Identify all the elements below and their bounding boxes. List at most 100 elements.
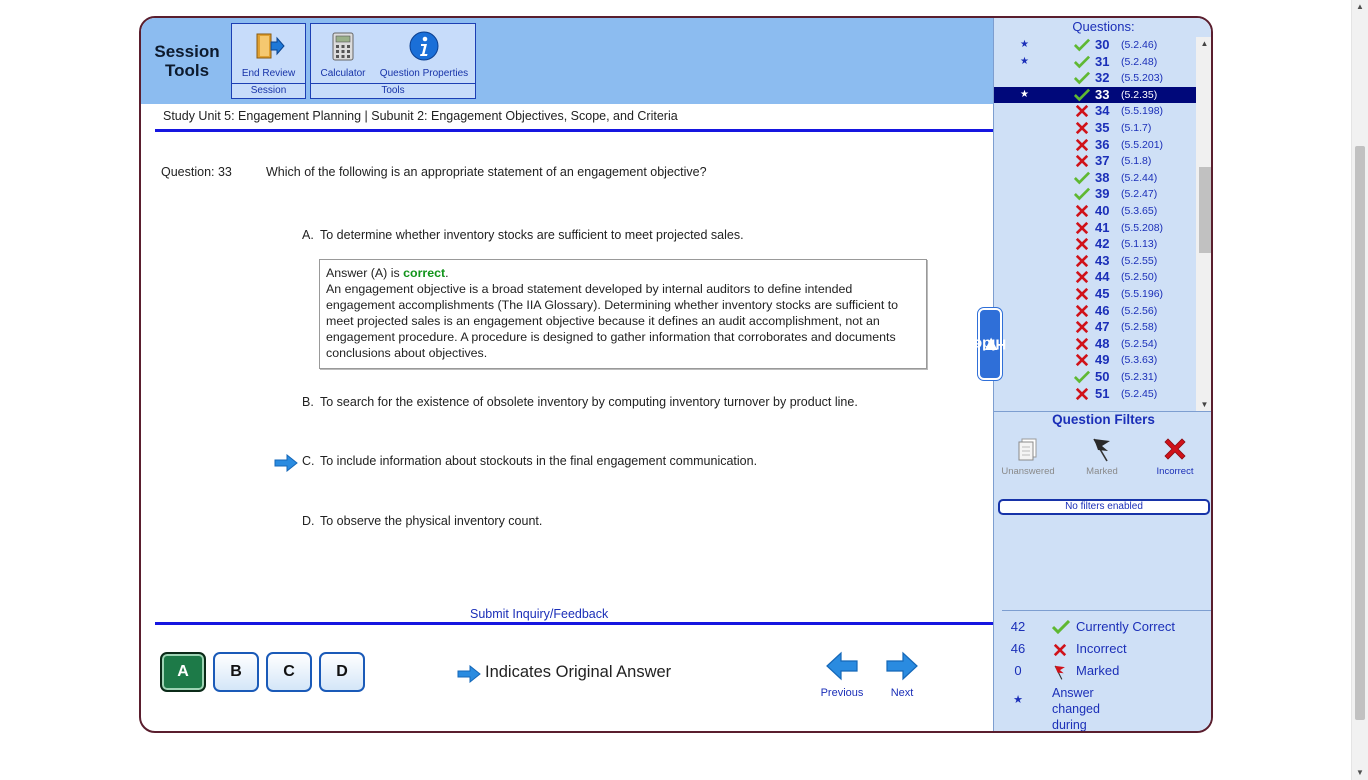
scroll-up-icon[interactable]: ▲	[1352, 0, 1368, 14]
answer-button-a[interactable]: A	[160, 652, 206, 692]
question-number-label: 47	[1095, 319, 1110, 335]
question-ref-label: (5.2.35)	[1121, 88, 1158, 101]
list-scroll-up-icon[interactable]: ▲	[1196, 39, 1211, 48]
list-scroll-thumb[interactable]	[1199, 167, 1211, 253]
question-list-item[interactable]: 41 (5.5.208)	[994, 220, 1196, 237]
next-button[interactable]: Next	[880, 651, 924, 699]
question-list-item[interactable]: 44 (5.2.50)	[994, 269, 1196, 286]
answer-button-c[interactable]: C	[266, 652, 312, 692]
green-check-icon	[1074, 370, 1090, 384]
red-x-icon	[1075, 271, 1089, 284]
question-list-scrollbar[interactable]: ▲ ▼	[1196, 37, 1211, 411]
question-list-item[interactable]: 51 (5.2.45)	[994, 386, 1196, 403]
question-list-item[interactable]: 38 (5.2.44)	[994, 170, 1196, 187]
question-ref-label: (5.2.55)	[1121, 254, 1158, 267]
question-number-label: 42	[1095, 236, 1110, 252]
question-list-item[interactable]: 39 (5.2.47)	[994, 186, 1196, 203]
question-list-item[interactable]: ★ 33 (5.2.35)	[994, 86, 1196, 104]
page-scrollbar[interactable]: ▲ ▼	[1351, 0, 1368, 780]
end-review-label: End Review	[241, 68, 296, 79]
red-x-icon	[1075, 387, 1089, 400]
previous-button[interactable]: Previous	[820, 651, 864, 699]
stats-divider	[1002, 610, 1211, 611]
question-list-item[interactable]: 35 (5.1.7)	[994, 120, 1196, 137]
question-list-item[interactable]: 42 (5.1.13)	[994, 236, 1196, 253]
tools-caption: Tools	[311, 83, 475, 98]
filter-unanswered[interactable]: Unanswered	[995, 436, 1061, 477]
question-ref-label: (5.5.198)	[1121, 105, 1164, 118]
question-ref-label: (5.2.47)	[1121, 188, 1158, 201]
list-scroll-down-icon[interactable]: ▼	[1196, 400, 1211, 409]
question-number-label: 43	[1095, 252, 1110, 268]
calculator-button[interactable]: Calculator	[313, 24, 373, 84]
marked-count: 0	[1014, 663, 1022, 678]
question-list-item[interactable]: ★ 31 (5.2.48)	[994, 54, 1196, 71]
question-number-label: 49	[1095, 352, 1110, 368]
question-number-label: 32	[1095, 70, 1110, 86]
red-x-icon	[1075, 254, 1089, 267]
hide-label: Hide	[973, 335, 1007, 353]
choice-c[interactable]: C. To include information about stockouts…	[302, 454, 757, 468]
question-ref-label: (5.1.13)	[1121, 238, 1158, 251]
previous-label: Previous	[820, 687, 864, 699]
original-answer-legend-icon	[457, 665, 481, 683]
question-list-item[interactable]: 34 (5.5.198)	[994, 103, 1196, 120]
red-x-icon	[1075, 337, 1089, 350]
review-session-window: Session Tools End Review Session Calcula…	[139, 16, 1213, 733]
question-list-item[interactable]: 36 (5.5.201)	[994, 137, 1196, 154]
green-check-icon	[1074, 71, 1090, 85]
question-ref-label: (5.1.7)	[1121, 122, 1152, 134]
exit-door-icon	[256, 33, 285, 59]
choice-text: To include information about stockouts i…	[320, 454, 758, 468]
red-x-icon	[1075, 221, 1089, 234]
question-number-label: 38	[1095, 169, 1110, 185]
question-list-item[interactable]: 37 (5.1.8)	[994, 153, 1196, 170]
star-icon: ★	[1020, 39, 1029, 50]
answer-button-b[interactable]: B	[213, 652, 259, 692]
question-text: Which of the following is an appropriate…	[266, 165, 707, 179]
page-scroll-thumb[interactable]	[1355, 146, 1365, 720]
choice-text: To determine whether inventory stocks ar…	[320, 228, 744, 242]
question-list-item[interactable]: 48 (5.2.54)	[994, 336, 1196, 353]
question-list-item[interactable]: 45 (5.5.196)	[994, 286, 1196, 303]
choice-d[interactable]: D. To observe the physical inventory coun…	[302, 514, 542, 528]
hide-panel-tab[interactable]: ▶ Hide	[974, 308, 1006, 380]
question-list-item[interactable]: 40 (5.3.65)	[994, 203, 1196, 220]
question-number-label: 45	[1095, 286, 1110, 301]
submit-inquiry-link[interactable]: Submit Inquiry/Feedback	[470, 607, 608, 621]
black-flag-icon	[1093, 438, 1110, 462]
question-ref-label: (5.2.44)	[1121, 171, 1158, 184]
filter-incorrect[interactable]: Incorrect	[1142, 436, 1208, 477]
question-list-item[interactable]: 43 (5.2.55)	[994, 253, 1196, 270]
question-list-item[interactable]: 46 (5.2.56)	[994, 303, 1196, 320]
question-list-item[interactable]: ★ 30 (5.2.46)	[994, 37, 1196, 54]
question-number: Question: 33	[161, 165, 232, 179]
question-number-label: 37	[1095, 153, 1110, 169]
question-list-item[interactable]: 49 (5.3.63)	[994, 352, 1196, 369]
incorrect-filter-label: Incorrect	[1156, 466, 1194, 477]
question-properties-button[interactable]: Question Properties	[375, 24, 473, 84]
question-list-item[interactable]: 50 (5.2.31)	[994, 369, 1196, 386]
question-ref-label: (5.2.31)	[1121, 371, 1158, 383]
question-number-label: 35	[1095, 120, 1110, 135]
end-review-button[interactable]: End Review	[232, 24, 305, 84]
question-properties-label: Question Properties	[379, 68, 469, 79]
choice-a[interactable]: A. To determine whether inventory stocks …	[302, 228, 744, 242]
session-tool-group: End Review Session	[231, 23, 306, 99]
answer-button-d[interactable]: D	[319, 652, 365, 692]
calculator-label: Calculator	[320, 68, 366, 79]
question-number-label: 39	[1095, 186, 1110, 202]
question-list[interactable]: ★ 30 (5.2.46) ★ 31 (5.2.48) 32 (5.5.203) ★ 33 (5.2…	[994, 37, 1196, 411]
question-filters-title: Question Filters	[1052, 412, 1155, 427]
choice-b[interactable]: B. To search for the existence of obsolet…	[302, 395, 858, 409]
question-list-item[interactable]: 32 (5.5.203)	[994, 70, 1196, 87]
question-number-label: 46	[1095, 302, 1110, 318]
question-number-label: 31	[1095, 53, 1110, 69]
scroll-down-icon[interactable]: ▼	[1352, 766, 1368, 780]
explanation-body: An engagement objective is a broad state…	[326, 282, 899, 360]
choice-text: To search for the existence of obsolete …	[320, 395, 858, 409]
question-list-item[interactable]: 47 (5.2.58)	[994, 319, 1196, 336]
incorrect-label: Incorrect	[1076, 641, 1127, 656]
choice-letter: A.	[302, 228, 314, 242]
filter-marked[interactable]: Marked	[1069, 436, 1135, 477]
